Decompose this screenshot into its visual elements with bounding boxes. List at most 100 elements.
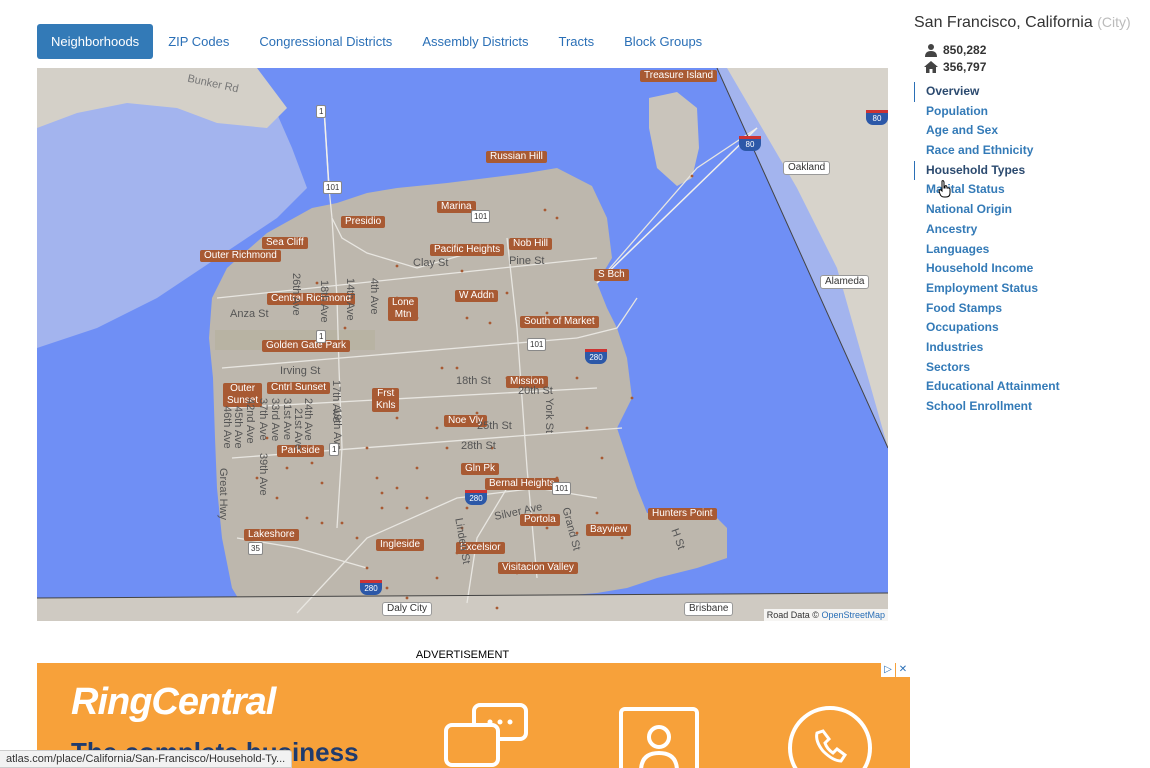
- nav-household-income[interactable]: Household Income: [914, 259, 1150, 279]
- neighborhood-label-ingleside[interactable]: Ingleside: [376, 539, 425, 551]
- nav-national-origin[interactable]: National Origin: [914, 200, 1150, 220]
- neighborhood-label-pacific-heights[interactable]: Pacific Heights: [430, 244, 505, 256]
- ad-controls: ▷ ✕: [880, 663, 910, 677]
- nav-industries[interactable]: Industries: [914, 338, 1150, 358]
- nav-age-and-sex[interactable]: Age and Sex: [914, 121, 1150, 141]
- street-label-anza-st: Anza St: [230, 308, 269, 320]
- tab-tracts[interactable]: Tracts: [544, 24, 610, 59]
- i80-shield: 80: [866, 110, 888, 125]
- street-label-york-st: York St: [543, 398, 555, 434]
- population-value: 850,282: [943, 42, 987, 57]
- neighborhood-label-marina[interactable]: Marina: [437, 201, 476, 213]
- page: Neighborhoods ZIP Codes Congressional Di…: [0, 0, 1150, 768]
- neighborhood-label-lakeshore[interactable]: Lakeshore: [244, 529, 299, 541]
- nav-employment-status[interactable]: Employment Status: [914, 279, 1150, 299]
- street-label-14th-ave: 14th Ave: [344, 278, 356, 321]
- place-label-alameda: Alameda: [820, 275, 870, 289]
- tab-zip-codes[interactable]: ZIP Codes: [153, 24, 244, 59]
- nav-population[interactable]: Population: [914, 102, 1150, 122]
- nav-sectors[interactable]: Sectors: [914, 358, 1150, 378]
- place-title: San Francisco, California (City): [914, 14, 1150, 32]
- hand-cursor-icon: [938, 180, 951, 198]
- adchoices-icon[interactable]: ▷: [881, 663, 895, 677]
- neighborhood-label-gln-pk[interactable]: Gln Pk: [461, 463, 500, 475]
- place-label-oakland: Oakland: [783, 161, 831, 175]
- population-stat: 850,282: [924, 41, 1150, 58]
- place-label-brisbane: Brisbane: [684, 602, 734, 616]
- street-label-37th-ave: 37th Ave: [257, 398, 269, 441]
- street-label-21st-ave: 21st Ave: [292, 408, 304, 450]
- attribution-text: Road Data ©: [766, 610, 819, 620]
- street-label-irving-st: Irving St: [280, 365, 321, 377]
- ad-brand: RingCentral: [71, 681, 276, 723]
- nav-school-enrollment[interactable]: School Enrollment: [914, 397, 1150, 417]
- street-label-28th-st: 28th St: [461, 440, 496, 452]
- place-type: (City): [1097, 14, 1131, 30]
- neighborhood-label-golden-gate-park[interactable]: Golden Gate Park: [262, 340, 351, 352]
- street-label-great-hwy: Great Hwy: [217, 468, 229, 520]
- neighborhood-label-bayview[interactable]: Bayview: [586, 524, 632, 536]
- i80-shield: 80: [739, 136, 761, 151]
- ca1-shield: 1: [316, 105, 327, 118]
- neighborhood-label-hunters-point[interactable]: Hunters Point: [648, 508, 717, 520]
- street-label-4th-ave: 4th Ave: [368, 278, 380, 315]
- nav-ancestry[interactable]: Ancestry: [914, 220, 1150, 240]
- ad-close-icon[interactable]: ✕: [896, 663, 910, 677]
- i280-shield: 280: [360, 580, 382, 595]
- golden-gate-bridge: [323, 107, 330, 189]
- neighborhood-label-central-richmond[interactable]: Central Richmond: [267, 293, 356, 305]
- street-label-18th-ave: 18th Ave: [318, 280, 330, 323]
- us101-shield: 101: [552, 482, 572, 495]
- chat-bubbles-icon: [444, 703, 528, 767]
- neighborhood-label-sea-cliff[interactable]: Sea Cliff: [262, 237, 308, 249]
- nav-race-and-ethnicity[interactable]: Race and Ethnicity: [914, 141, 1150, 161]
- neighborhood-label-frst-knls-line-2: Knls: [376, 400, 396, 411]
- tab-neighborhoods[interactable]: Neighborhoods: [37, 24, 154, 59]
- nav-educational-attainment[interactable]: Educational Attainment: [914, 377, 1150, 397]
- ca1-shield: 1: [329, 443, 340, 456]
- place-name: San Francisco, California: [914, 14, 1093, 31]
- advertisement-label: ADVERTISEMENT: [415, 649, 510, 661]
- i280-shield: 280: [465, 490, 487, 505]
- phone-icon: [788, 706, 872, 768]
- street-label-25th-st: 25th St: [477, 420, 512, 432]
- i280-shield: 280: [585, 349, 607, 364]
- browser-status-url: atlas.com/place/California/San-Francisco…: [0, 750, 293, 768]
- neighborhood-label-frst-knls[interactable]: Frst Knls: [372, 388, 400, 412]
- tab-block-groups[interactable]: Block Groups: [609, 24, 717, 59]
- contact-card-icon: [619, 707, 699, 768]
- neighborhood-label-visitacion-valley[interactable]: Visitacion Valley: [498, 562, 578, 574]
- households-stat: 356,797: [924, 58, 1150, 75]
- neighborhood-label-cntrl-sunset[interactable]: Cntrl Sunset: [267, 382, 331, 394]
- nav-food-stamps[interactable]: Food Stamps: [914, 299, 1150, 319]
- neighborhood-label-outer-sunset-line-1: Outer: [230, 383, 256, 394]
- neighborhood-label-nob-hill[interactable]: Nob Hill: [509, 238, 553, 250]
- neighborhood-label-presidio[interactable]: Presidio: [341, 216, 386, 228]
- map-attribution: Road Data © OpenStreetMap: [763, 609, 888, 621]
- nav-occupations[interactable]: Occupations: [914, 318, 1150, 338]
- tab-assembly-districts[interactable]: Assembly Districts: [407, 24, 543, 59]
- treasure-island-land: [649, 92, 699, 186]
- neighborhood-label-w-addn[interactable]: W Addn: [455, 290, 499, 302]
- neighborhood-map[interactable]: Treasure Island Russian Hill Marina Pres…: [37, 68, 888, 621]
- neighborhood-label-outer-richmond[interactable]: Outer Richmond: [200, 250, 281, 262]
- person-icon: [925, 43, 937, 57]
- households-value: 356,797: [943, 59, 987, 74]
- street-label-26th-ave: 26th Ave: [290, 273, 302, 316]
- nav-household-types[interactable]: Household Types: [914, 160, 1150, 181]
- nav-overview[interactable]: Overview: [914, 82, 1150, 102]
- neighborhood-label-lone-mtn[interactable]: Lone Mtn: [388, 297, 419, 321]
- neighborhood-label-bernal-heights[interactable]: Bernal Heights: [485, 478, 559, 490]
- ca1-shield: 1: [316, 330, 327, 343]
- tab-congressional-districts[interactable]: Congressional Districts: [244, 24, 407, 59]
- neighborhood-label-s-bch[interactable]: S Bch: [594, 269, 629, 281]
- us101-shield: 101: [527, 338, 547, 351]
- neighborhood-label-russian-hill[interactable]: Russian Hill: [486, 151, 547, 163]
- street-label-46th-ave: 46th Ave: [221, 406, 233, 449]
- neighborhood-label-south-of-market[interactable]: South of Market: [520, 316, 599, 328]
- neighborhood-label-lone-mtn-line-1: Lone: [392, 297, 415, 308]
- neighborhood-label-treasure-island[interactable]: Treasure Island: [640, 70, 718, 82]
- home-icon: [924, 60, 938, 73]
- nav-languages[interactable]: Languages: [914, 240, 1150, 260]
- openstreetmap-link[interactable]: OpenStreetMap: [821, 610, 885, 620]
